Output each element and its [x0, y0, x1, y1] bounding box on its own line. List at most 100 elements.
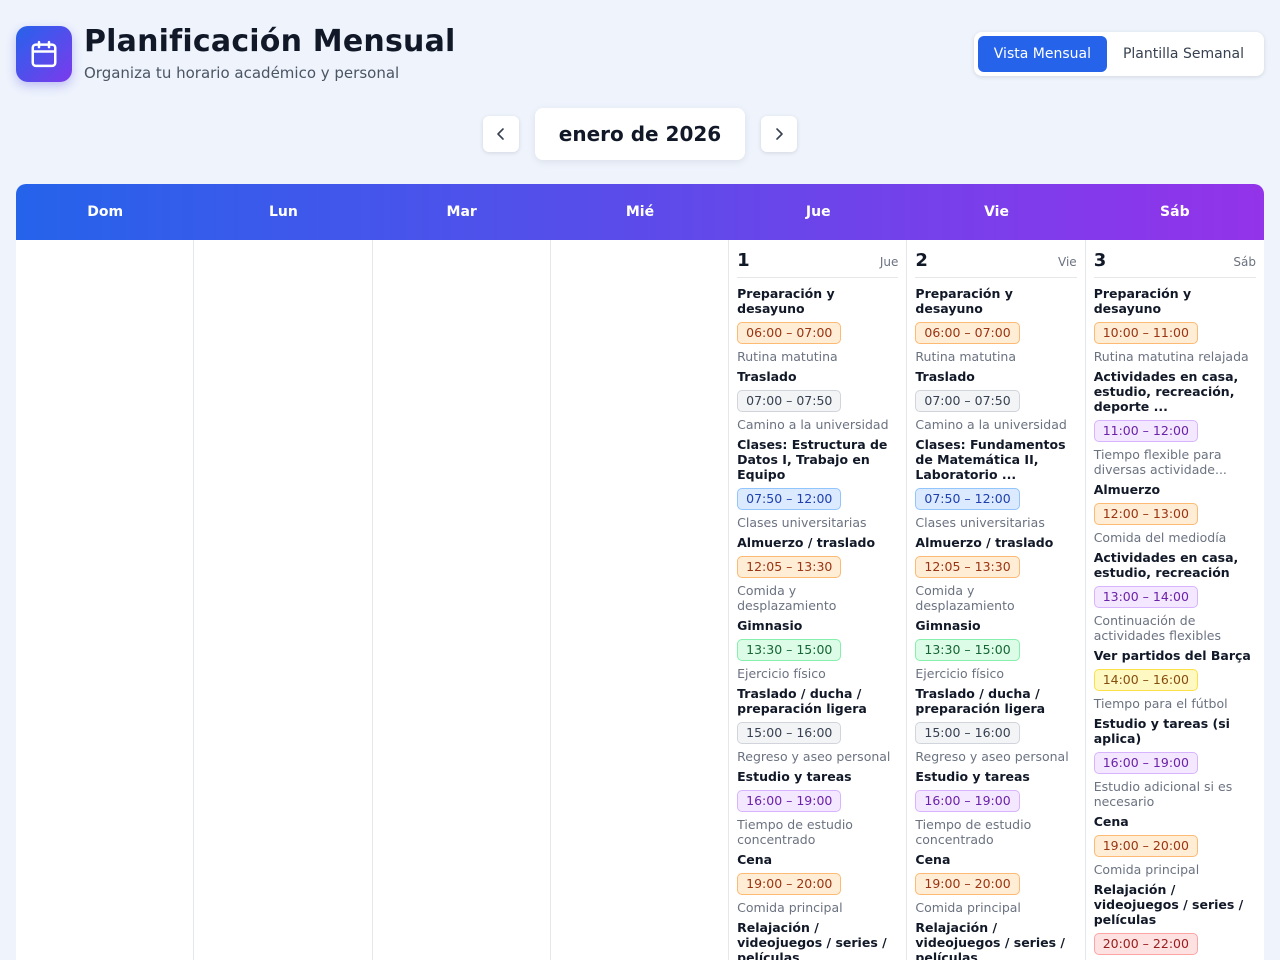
event-item[interactable]: Relajación / videojuegos / series / pelí…	[915, 920, 1076, 960]
event-title: Preparación y desayuno	[915, 286, 1013, 316]
day-cell-1[interactable]: 1 Jue Preparación y desayuno 06:00 – 07:00 R…	[729, 240, 908, 960]
page-title: Planificación Mensual	[84, 24, 456, 59]
event-item[interactable]: Traslado / ducha / preparación ligera 15:…	[737, 686, 898, 764]
event-title: Traslado / ducha / preparación ligera	[915, 686, 1046, 716]
weekday-label: Sáb	[1160, 204, 1190, 220]
event-title: Clases: Fundamentos de Matemática II, La…	[915, 437, 1066, 482]
event-description: Comida principal	[737, 900, 843, 915]
month-navigation: enero de 2026	[0, 108, 1280, 160]
event-time-badge: 13:30 – 15:00	[737, 639, 842, 661]
event-item[interactable]: Gimnasio 13:30 – 15:00 Ejercicio físico	[915, 618, 1076, 681]
event-title: Traslado / ducha / preparación ligera	[737, 686, 867, 716]
event-time-badge: 14:00 – 16:00	[1093, 669, 1198, 691]
page-subtitle: Organiza tu horario académico y personal	[84, 64, 400, 82]
previous-month-button[interactable]	[483, 116, 519, 152]
event-item[interactable]: Estudio y tareas (si aplica) 16:00 – 19:0…	[1093, 716, 1256, 809]
event-item[interactable]: Almuerzo / traslado 12:05 – 13:30 Comida y…	[915, 535, 1076, 613]
calendar-icon	[16, 26, 72, 82]
page-header: Planificación Mensual Organiza tu horari…	[16, 26, 456, 82]
day-cell-empty	[194, 240, 373, 960]
event-item[interactable]: Estudio y tareas 16:00 – 19:00 Tiempo de e…	[737, 769, 898, 847]
day-cell-3[interactable]: 3 Sáb Preparación y desayuno 10:00 – 11:00 R…	[1086, 240, 1264, 960]
event-description: Tiempo de estudio concentrado	[737, 817, 853, 847]
event-time-badge: 20:00 – 22:00	[1093, 933, 1198, 955]
day-abbreviation: Jue	[879, 255, 899, 269]
day-number: 1	[737, 250, 750, 271]
event-title: Relajación / videojuegos / series / pelí…	[915, 920, 1065, 960]
event-title: Gimnasio	[915, 618, 981, 633]
event-item[interactable]: Almuerzo 12:00 – 13:00 Comida del mediodía	[1093, 482, 1256, 545]
day-header: 1 Jue	[737, 250, 899, 278]
event-item[interactable]: Relajación / videojuegos / series / pelí…	[737, 920, 898, 960]
event-item[interactable]: Traslado / ducha / preparación ligera 15:…	[915, 686, 1076, 764]
monthly-view-button[interactable]: Vista Mensual	[977, 36, 1107, 72]
day-abbreviation: Vie	[1058, 255, 1077, 269]
event-item[interactable]: Traslado 07:00 – 07:50 Camino a la univers…	[915, 369, 1076, 432]
event-time-badge: 19:00 – 20:00	[1093, 835, 1198, 857]
chevron-left-icon	[497, 128, 504, 140]
weekday-label: Dom	[87, 204, 124, 220]
chevron-right-icon	[776, 128, 783, 140]
event-item[interactable]: Preparación y desayuno 06:00 – 07:00 Rutin…	[915, 286, 1076, 364]
event-time-badge: 07:50 – 12:00	[915, 488, 1020, 510]
event-title: Relajación / videojuegos / series / pelí…	[1093, 882, 1244, 927]
event-description: Comida principal	[1093, 862, 1200, 877]
event-time-badge: 06:00 – 07:00	[915, 322, 1020, 344]
event-description: Camino a la universidad	[737, 417, 889, 432]
view-toggle: Vista Mensual Plantilla Semanal	[973, 32, 1264, 76]
day-number: 3	[1093, 250, 1107, 271]
event-description: Estudio adicional si es necesario	[1093, 779, 1233, 809]
weekday-label: Mié	[625, 204, 655, 220]
weekly-template-button[interactable]: Plantilla Semanal	[1107, 36, 1260, 72]
weekday-header: Dom Lun Mar Mié Jue Vie Sáb	[16, 184, 1264, 240]
event-description: Continuación de actividades flexibles	[1093, 613, 1221, 643]
event-title: Cena	[915, 852, 951, 867]
event-time-badge: 13:00 – 14:00	[1093, 586, 1198, 608]
event-title: Actividades en casa, estudio, recreación…	[1093, 369, 1239, 414]
event-item[interactable]: Ver partidos del Barça 14:00 – 16:00 Tiemp…	[1093, 648, 1256, 711]
event-title: Traslado	[915, 369, 975, 384]
event-title: Cena	[1093, 814, 1129, 829]
weekday-label: Mar	[446, 204, 477, 220]
current-month-label: enero de 2026	[535, 108, 745, 160]
event-description: Clases universitarias	[915, 515, 1045, 530]
event-description: Clases universitarias	[737, 515, 867, 530]
event-item[interactable]: Clases: Estructura de Datos I, Trabajo e…	[737, 437, 898, 530]
next-month-button[interactable]	[761, 116, 797, 152]
event-item[interactable]: Cena 19:00 – 20:00 Comida principal	[915, 852, 1076, 915]
event-item[interactable]: Cena 19:00 – 20:00 Comida principal	[737, 852, 898, 915]
event-item[interactable]: Traslado 07:00 – 07:50 Camino a la univers…	[737, 369, 898, 432]
day-cell-empty	[16, 240, 195, 960]
event-item[interactable]: Almuerzo / traslado 12:05 – 13:30 Comida y…	[737, 535, 898, 613]
event-title: Preparación y desayuno	[737, 286, 835, 316]
event-item[interactable]: Actividades en casa, estudio, recreación…	[1093, 369, 1256, 477]
event-time-badge: 13:30 – 15:00	[915, 639, 1020, 661]
event-item[interactable]: Preparación y desayuno 06:00 – 07:00 Rutin…	[737, 286, 898, 364]
event-description: Ejercicio físico	[737, 666, 826, 681]
event-description: Tiempo para el fútbol	[1093, 696, 1228, 711]
event-item[interactable]: Gimnasio 13:30 – 15:00 Ejercicio físico	[737, 618, 898, 681]
event-title: Estudio y tareas (si aplica)	[1093, 716, 1230, 746]
event-description: Tiempo flexible para diversas actividade…	[1093, 447, 1227, 477]
event-title: Almuerzo / traslado	[915, 535, 1054, 550]
event-item[interactable]: Cena 19:00 – 20:00 Comida principal	[1093, 814, 1256, 877]
event-item[interactable]: Estudio y tareas 16:00 – 19:00 Tiempo de e…	[915, 769, 1076, 847]
event-title: Gimnasio	[737, 618, 803, 633]
event-item[interactable]: Preparación y desayuno 10:00 – 11:00 Rutin…	[1093, 286, 1256, 364]
event-time-badge: 10:00 – 11:00	[1093, 322, 1198, 344]
event-description: Ejercicio físico	[915, 666, 1005, 681]
event-description: Rutina matutina relajada	[1093, 349, 1249, 364]
day-cell-2[interactable]: 2 Vie Preparación y desayuno 06:00 – 07:00 R…	[907, 240, 1086, 960]
event-item[interactable]: Clases: Fundamentos de Matemática II, La…	[915, 437, 1076, 530]
day-grid: 1 Jue Preparación y desayuno 06:00 – 07:00 R…	[16, 240, 1264, 960]
event-time-badge: 15:00 – 16:00	[737, 722, 842, 744]
event-time-badge: 15:00 – 16:00	[915, 722, 1020, 744]
event-item[interactable]: Actividades en casa, estudio, recreación…	[1093, 550, 1256, 643]
day-header: 2 Vie	[915, 250, 1077, 278]
event-title: Preparación y desayuno	[1093, 286, 1192, 316]
event-title: Almuerzo / traslado	[737, 535, 876, 550]
weekday-label: Lun	[268, 204, 298, 220]
event-time-badge: 19:00 – 20:00	[915, 873, 1020, 895]
event-time-badge: 11:00 – 12:00	[1093, 420, 1198, 442]
event-item[interactable]: Relajación / videojuegos / series / pelí…	[1093, 882, 1256, 960]
